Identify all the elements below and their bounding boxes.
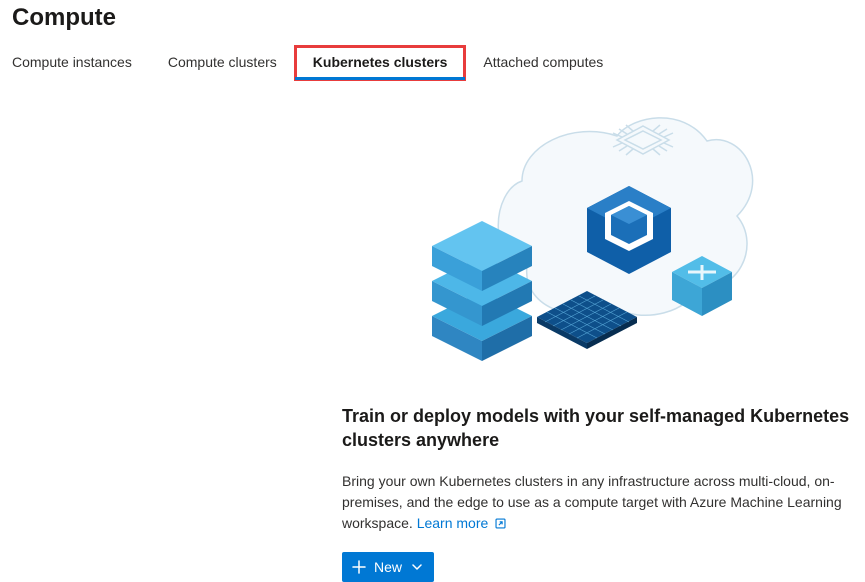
tab-compute-clusters[interactable]: Compute clusters [150, 46, 295, 80]
learn-more-link[interactable]: Learn more [417, 513, 508, 534]
server-stack-icon [432, 221, 532, 361]
plus-icon [352, 560, 366, 574]
external-link-icon [494, 517, 507, 530]
learn-more-label: Learn more [417, 513, 489, 534]
tab-compute-instances[interactable]: Compute instances [12, 46, 150, 80]
chevron-down-icon [412, 562, 422, 572]
empty-state-description: Bring your own Kubernetes clusters in an… [342, 471, 853, 534]
tab-panel: Train or deploy models with your self-ma… [12, 105, 853, 582]
empty-state-panel: Train or deploy models with your self-ma… [342, 105, 853, 582]
tab-attached-computes[interactable]: Attached computes [465, 46, 621, 80]
empty-state-heading: Train or deploy models with your self-ma… [342, 404, 853, 453]
page-title: Compute [12, 4, 853, 32]
kubernetes-illustration [342, 111, 853, 376]
layout-spacer [12, 105, 342, 582]
compute-tabs: Compute instances Compute clusters Kuber… [12, 46, 853, 81]
new-compute-button[interactable]: New [342, 552, 434, 582]
tab-kubernetes-clusters[interactable]: Kubernetes clusters [295, 46, 466, 80]
new-button-label: New [374, 559, 402, 575]
